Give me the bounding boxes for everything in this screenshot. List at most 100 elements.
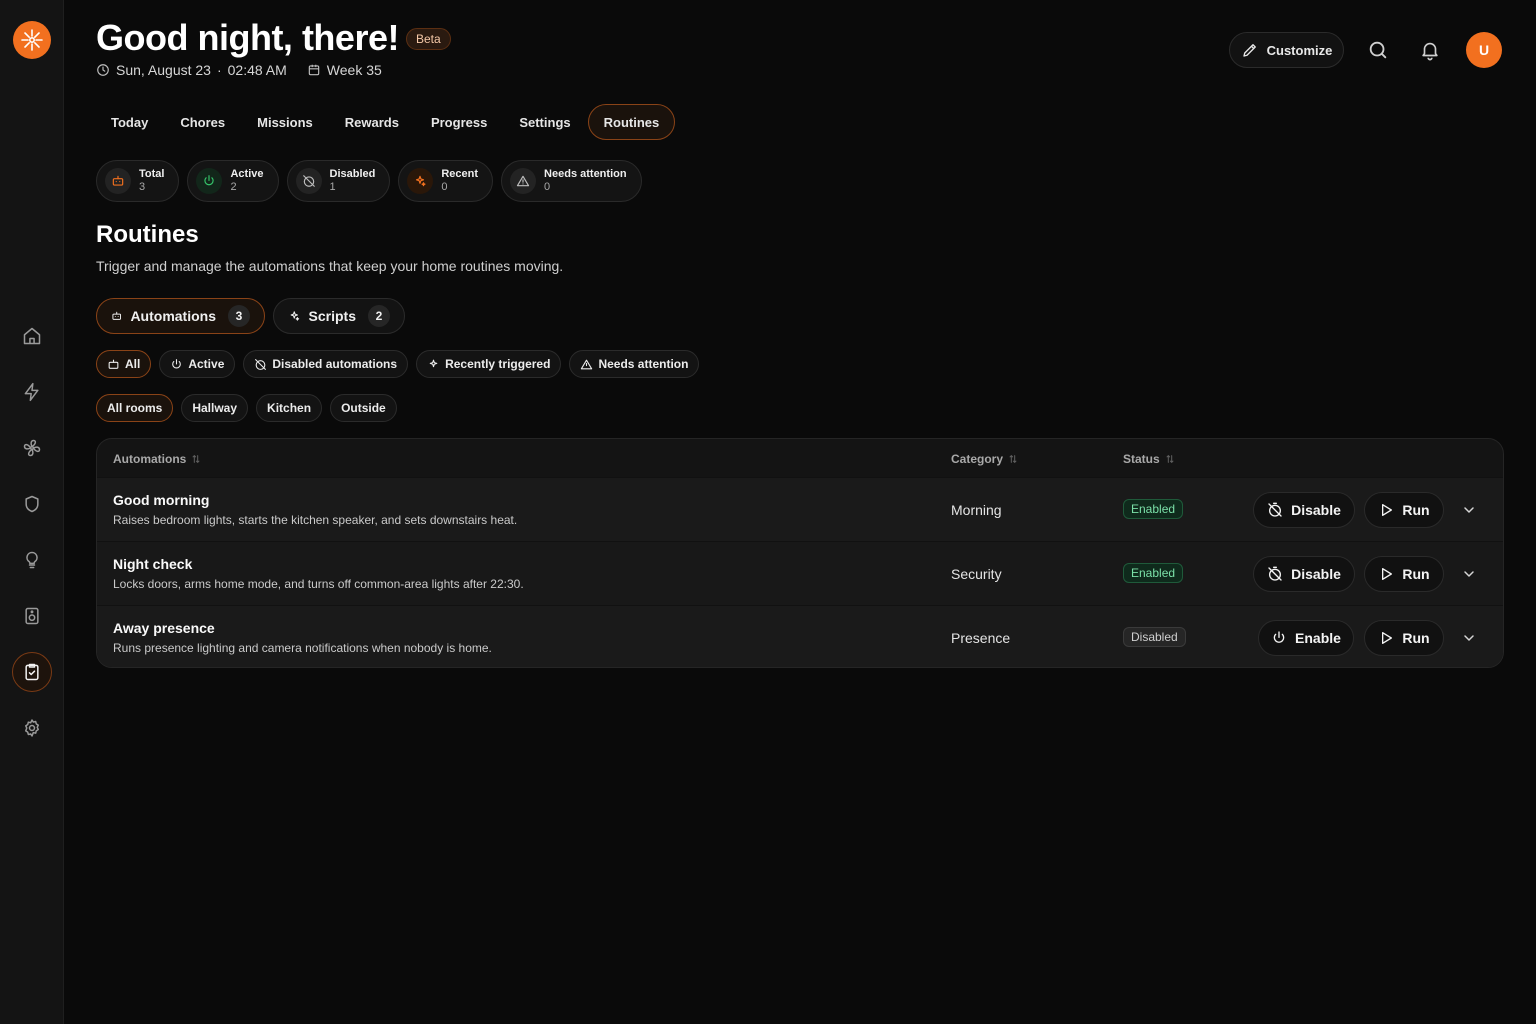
sparkles-icon: [288, 308, 301, 324]
chevron-down-icon[interactable]: [1461, 566, 1477, 582]
section-description: Trigger and manage the automations that …: [96, 258, 564, 274]
stat-label: Recent: [441, 168, 479, 180]
table-row[interactable]: Away presence Runs presence lighting and…: [97, 605, 1503, 667]
run-button[interactable]: Run: [1364, 492, 1444, 528]
column-category[interactable]: Category: [951, 452, 1018, 466]
pencil-icon: [1241, 41, 1259, 59]
app-logo[interactable]: [13, 21, 51, 59]
filter-recent[interactable]: Recently triggered: [416, 350, 562, 378]
stat-label: Needs attention: [544, 168, 627, 180]
stat-value: 3: [139, 181, 146, 193]
timer-off-icon: [254, 358, 267, 371]
stat-active[interactable]: Active 2: [187, 160, 279, 202]
table-row[interactable]: Good morning Raises bedroom lights, star…: [97, 477, 1503, 541]
stat-disabled[interactable]: Disabled 1: [286, 160, 391, 202]
tab-routines[interactable]: Routines: [587, 104, 676, 140]
room-outside[interactable]: Outside: [330, 394, 397, 422]
column-label: Status: [1123, 452, 1160, 466]
sort-icon: [191, 454, 201, 464]
room-all[interactable]: All rooms: [96, 394, 174, 422]
segment-scripts[interactable]: Scripts 2: [273, 298, 405, 334]
date-separator: ·: [216, 62, 222, 78]
stats-bar: Total 3 Active 2 Disabled 1 Recent 0 Needs a…: [96, 160, 642, 202]
column-automations[interactable]: Automations: [113, 452, 201, 466]
segment-label: Automations: [130, 308, 216, 324]
status-badge: Enabled: [1123, 499, 1184, 519]
room-chips: All rooms Hallway Kitchen Outside: [96, 394, 397, 422]
date-time-line: Sun, August 23 · 02:48 AM Week 35: [96, 61, 382, 79]
clock-icon: [96, 63, 110, 77]
table-row[interactable]: Night check Locks doors, arms home mode,…: [97, 541, 1503, 605]
customize-button[interactable]: Customize: [1229, 32, 1344, 68]
speaker-icon: [22, 606, 42, 626]
lightning-icon: [22, 382, 42, 402]
filter-chips: All Active Disabled automations Recently…: [96, 350, 700, 378]
segment-count: 3: [228, 305, 250, 327]
stat-needs-attention[interactable]: Needs attention 0: [501, 160, 642, 202]
user-avatar[interactable]: U: [1466, 32, 1502, 68]
date-text: Sun, August 23: [116, 62, 211, 78]
sidebar-item-energy[interactable]: [12, 372, 52, 412]
disable-button[interactable]: Disable: [1253, 492, 1355, 528]
tab-today[interactable]: Today: [96, 104, 163, 140]
stat-recent[interactable]: Recent 0: [398, 160, 494, 202]
automation-category: Security: [951, 566, 1002, 582]
sidebar-item-lights[interactable]: [12, 540, 52, 580]
week-text: Week 35: [326, 62, 382, 78]
sidebar-item-routines[interactable]: [12, 652, 52, 692]
sidebar-item-climate[interactable]: [12, 428, 52, 468]
beta-badge: Beta: [406, 28, 451, 50]
filter-all[interactable]: All: [96, 350, 152, 378]
shield-icon: [22, 494, 42, 514]
disable-button[interactable]: Disable: [1253, 556, 1355, 592]
search-icon[interactable]: [1367, 39, 1389, 61]
tab-rewards[interactable]: Rewards: [330, 104, 414, 140]
warning-icon: [580, 358, 593, 371]
tab-missions[interactable]: Missions: [242, 104, 328, 140]
sidebar-item-media[interactable]: [12, 596, 52, 636]
filter-active[interactable]: Active: [159, 350, 236, 378]
robot-icon: [107, 358, 120, 371]
room-kitchen[interactable]: Kitchen: [256, 394, 323, 422]
sidebar-item-home[interactable]: [12, 316, 52, 356]
column-status[interactable]: Status: [1123, 452, 1175, 466]
filter-needs-attention[interactable]: Needs attention: [569, 350, 700, 378]
stat-value: 0: [441, 181, 448, 193]
stat-label: Disabled: [329, 168, 376, 180]
main-tabs: Today Chores Missions Rewards Progress S…: [96, 104, 676, 140]
run-button[interactable]: Run: [1364, 556, 1444, 592]
tab-chores[interactable]: Chores: [165, 104, 240, 140]
stat-label: Active: [230, 168, 264, 180]
filter-label: Needs attention: [598, 357, 689, 371]
greeting-title: Good night, there!: [96, 17, 399, 58]
power-icon: [202, 174, 216, 188]
sidebar: [0, 0, 64, 1024]
chevron-down-icon[interactable]: [1461, 502, 1477, 518]
button-label: Run: [1402, 502, 1430, 518]
filter-disabled[interactable]: Disabled automations: [243, 350, 409, 378]
bell-icon[interactable]: [1419, 39, 1441, 61]
run-button[interactable]: Run: [1364, 620, 1444, 656]
play-icon: [1378, 502, 1394, 518]
filter-label: Active: [188, 357, 225, 371]
home-icon: [22, 326, 42, 346]
segment-automations[interactable]: Automations 3: [96, 298, 265, 334]
sidebar-item-security[interactable]: [12, 484, 52, 524]
stat-total[interactable]: Total 3: [96, 160, 180, 202]
sidebar-item-settings[interactable]: [12, 708, 52, 748]
room-hallway[interactable]: Hallway: [181, 394, 249, 422]
fan-icon: [22, 438, 42, 458]
automation-category: Presence: [951, 630, 1011, 646]
lightbulb-icon: [22, 550, 42, 570]
automation-description: Runs presence lighting and camera notifi…: [113, 641, 492, 655]
filter-label: Recently triggered: [445, 357, 551, 371]
enable-button[interactable]: Enable: [1258, 620, 1354, 656]
chevron-down-icon[interactable]: [1461, 630, 1477, 646]
filter-label: All: [125, 357, 141, 371]
warning-icon: [516, 174, 530, 188]
time-text: 02:48 AM: [227, 62, 287, 78]
tab-settings[interactable]: Settings: [504, 104, 585, 140]
calendar-icon: [307, 63, 321, 77]
column-label: Automations: [113, 452, 187, 466]
tab-progress[interactable]: Progress: [416, 104, 502, 140]
